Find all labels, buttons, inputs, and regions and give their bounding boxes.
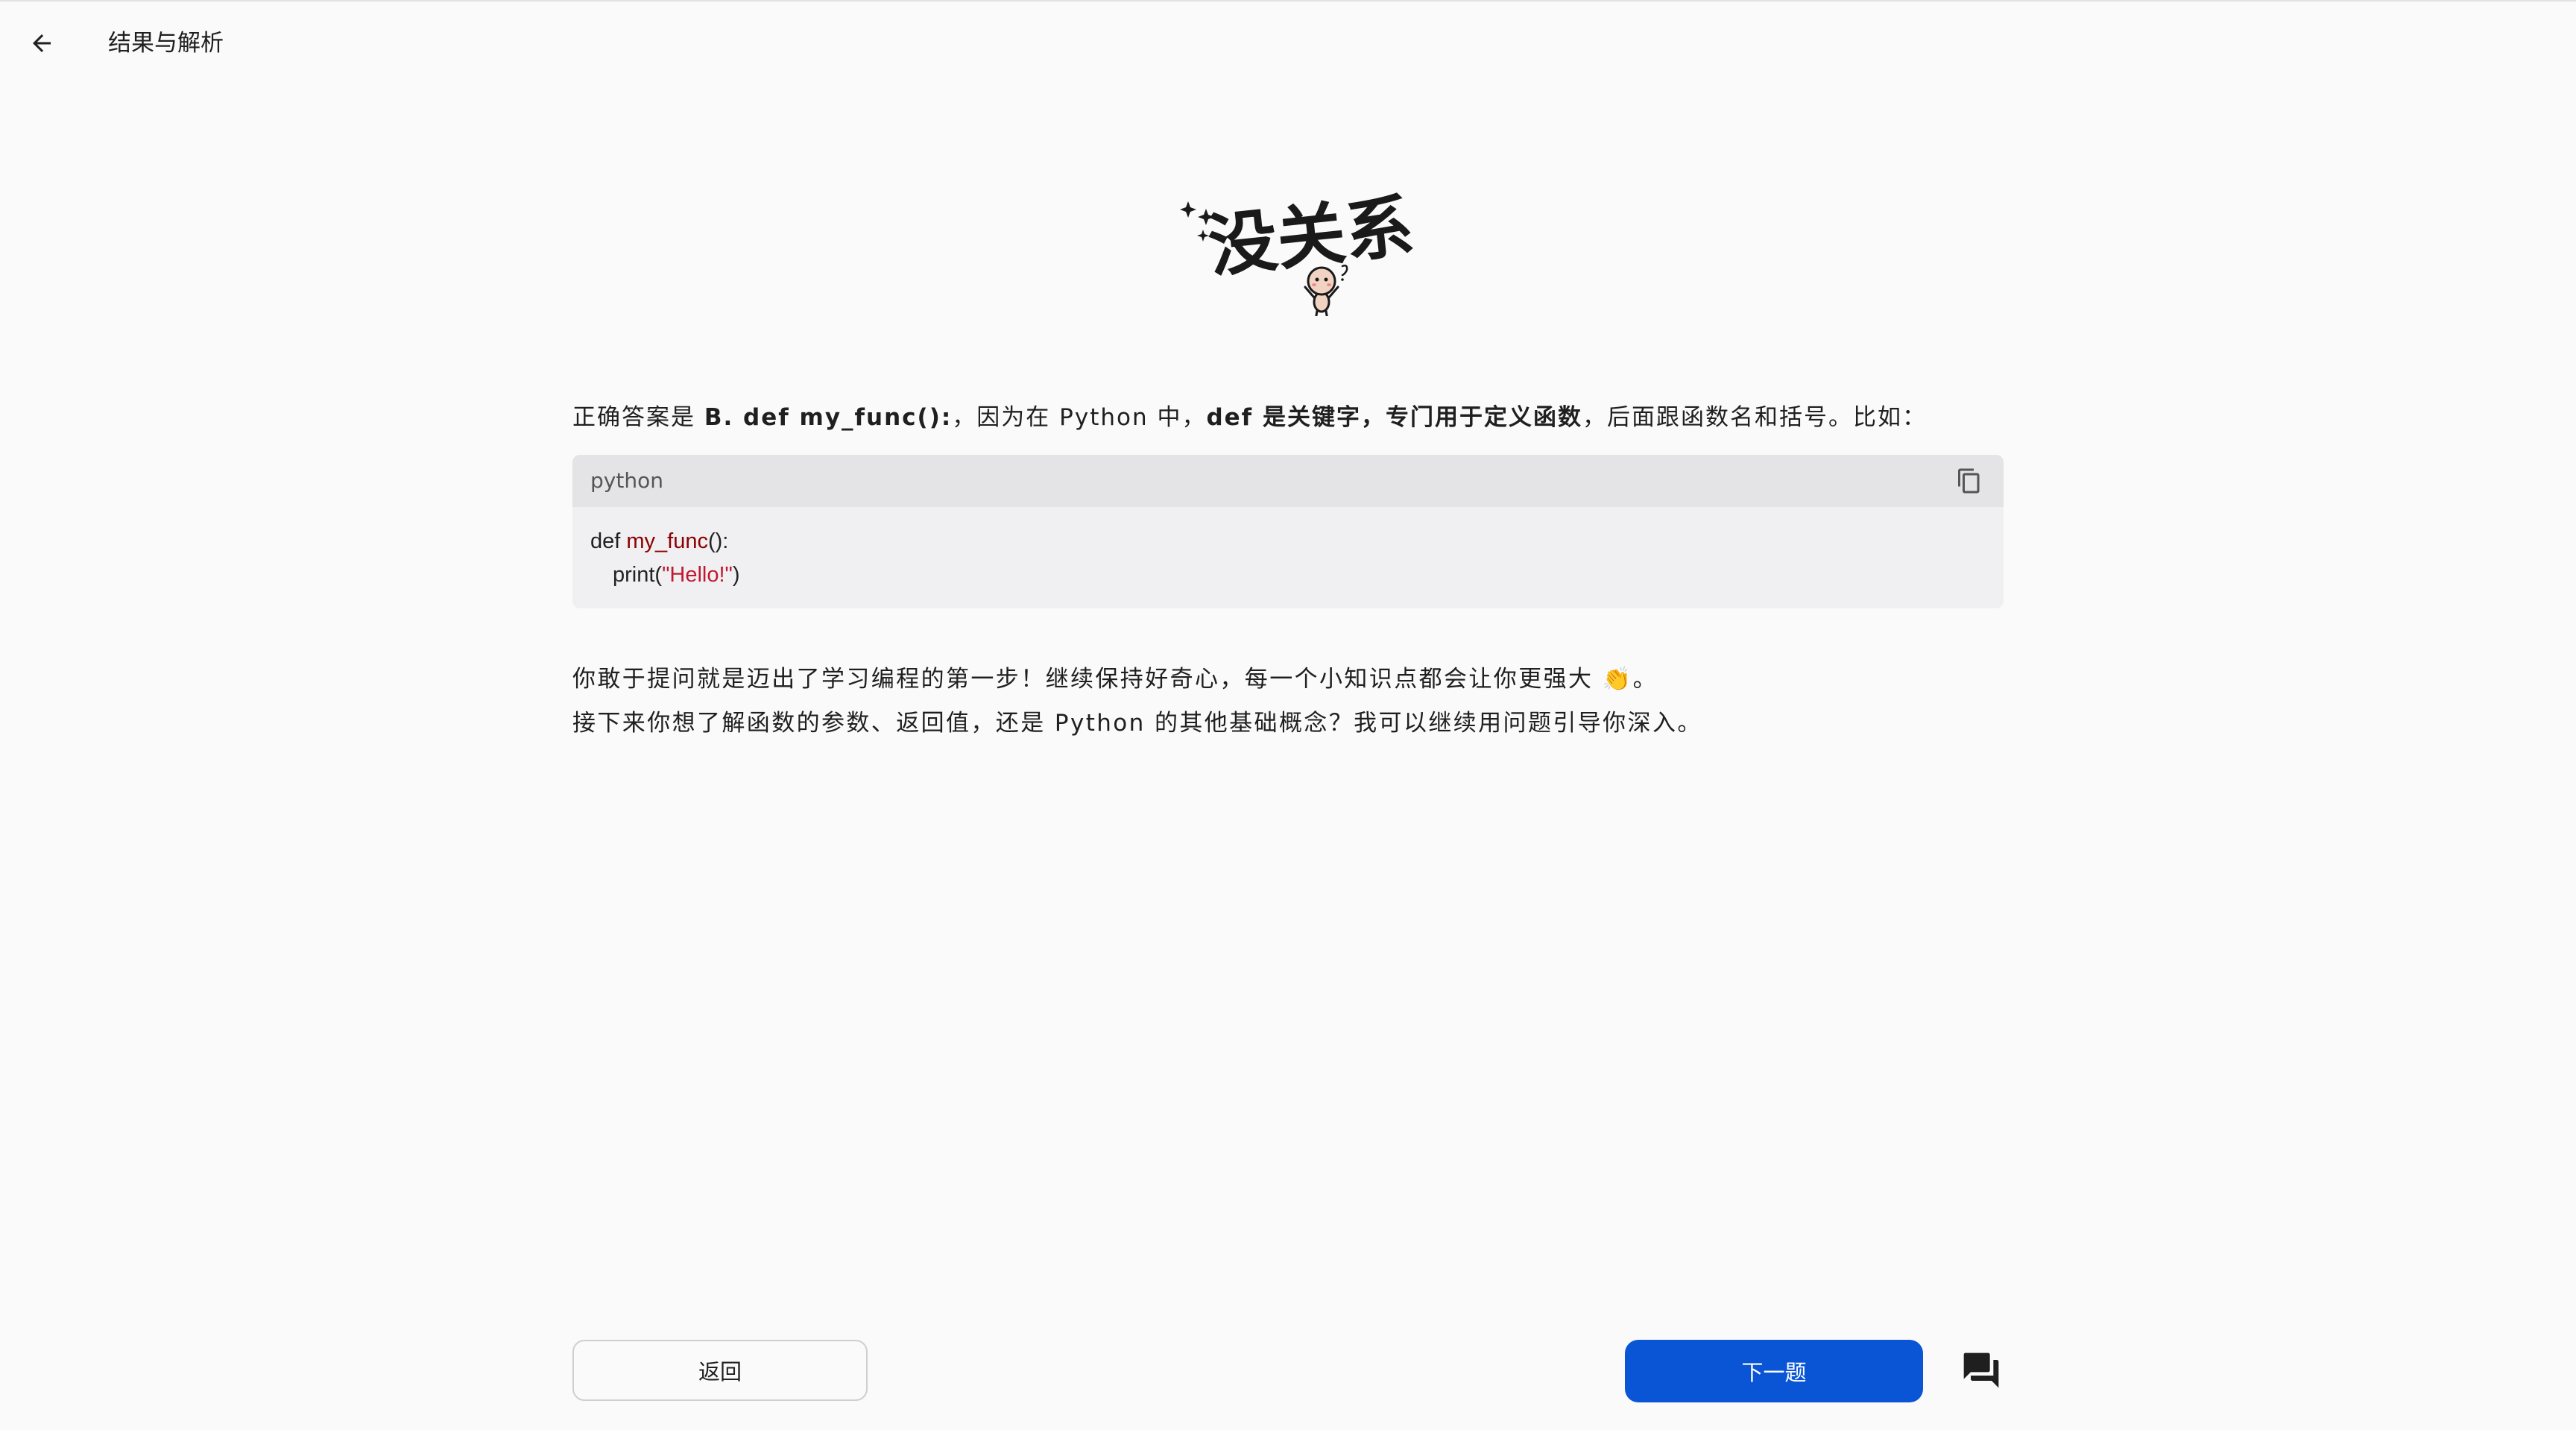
encouragement-sentence: 你敢于提问就是迈出了学习编程的第一步！继续保持好奇心，每一个小知识点都会让你更强… — [572, 666, 1603, 693]
code-function-name: my_func — [626, 529, 708, 553]
code-punctuation: ) — [732, 563, 740, 587]
correct-option: B. def my_func(): — [704, 404, 953, 431]
answer-explanation: 正确答案是 B. def my_func():，因为在 Python 中，def… — [572, 395, 2005, 440]
code-punctuation: (): — [707, 529, 729, 553]
illustration-text: 没关系! — [1205, 183, 1416, 287]
next-question-button[interactable]: 下一题 — [1625, 1340, 1923, 1402]
code-line: def my_func(): — [590, 525, 1986, 558]
code-call: print( — [613, 563, 663, 587]
answer-prefix: 正确答案是 — [572, 404, 704, 431]
copy-code-button[interactable] — [1956, 467, 1983, 494]
app-header: 结果与解析 — [0, 1, 2576, 85]
code-block-header: python — [572, 455, 2004, 507]
copy-icon — [1958, 468, 1980, 494]
code-keyword: def — [590, 529, 627, 553]
back-button[interactable] — [16, 18, 67, 69]
code-language-label: python — [590, 468, 663, 493]
answer-emphasis: def 是关键字，专门用于定义函数 — [1206, 404, 1582, 431]
page-title: 结果与解析 — [108, 30, 224, 57]
chat-button[interactable] — [1960, 1349, 2002, 1391]
code-block: python def my_func(): print("Hello!") — [572, 455, 2004, 608]
encouragement-line-2: 接下来你想了解函数的参数、返回值，还是 Python 的其他基础概念？我可以继续… — [572, 710, 1702, 737]
chat-bubbles-icon — [1963, 1352, 1999, 1388]
code-line: print("Hello!") — [590, 558, 1986, 592]
encouragement-text: 你敢于提问就是迈出了学习编程的第一步！继续保持好奇心，每一个小知识点都会让你更强… — [572, 658, 2005, 746]
explanation-content: 正确答案是 B. def my_func():，因为在 Python 中，def… — [572, 395, 2005, 746]
encouragement-period: 。 — [1632, 666, 1658, 693]
code-content: def my_func(): print("Hello!") — [572, 507, 2004, 608]
encouragement-line-1: 你敢于提问就是迈出了学习编程的第一步！继续保持好奇心，每一个小知识点都会让你更强… — [572, 658, 2005, 702]
return-button[interactable]: 返回 — [572, 1340, 868, 1401]
code-string: "Hello!" — [662, 563, 733, 587]
answer-suffix: ，后面跟函数名和括号。比如： — [1582, 404, 1927, 431]
encouraging-character-illustration: 没关系! — [1170, 170, 1449, 321]
arrow-left-icon — [33, 34, 51, 52]
clapping-hands-emoji: 👏 — [1602, 666, 1633, 693]
answer-middle: ，因为在 Python 中， — [952, 404, 1207, 431]
